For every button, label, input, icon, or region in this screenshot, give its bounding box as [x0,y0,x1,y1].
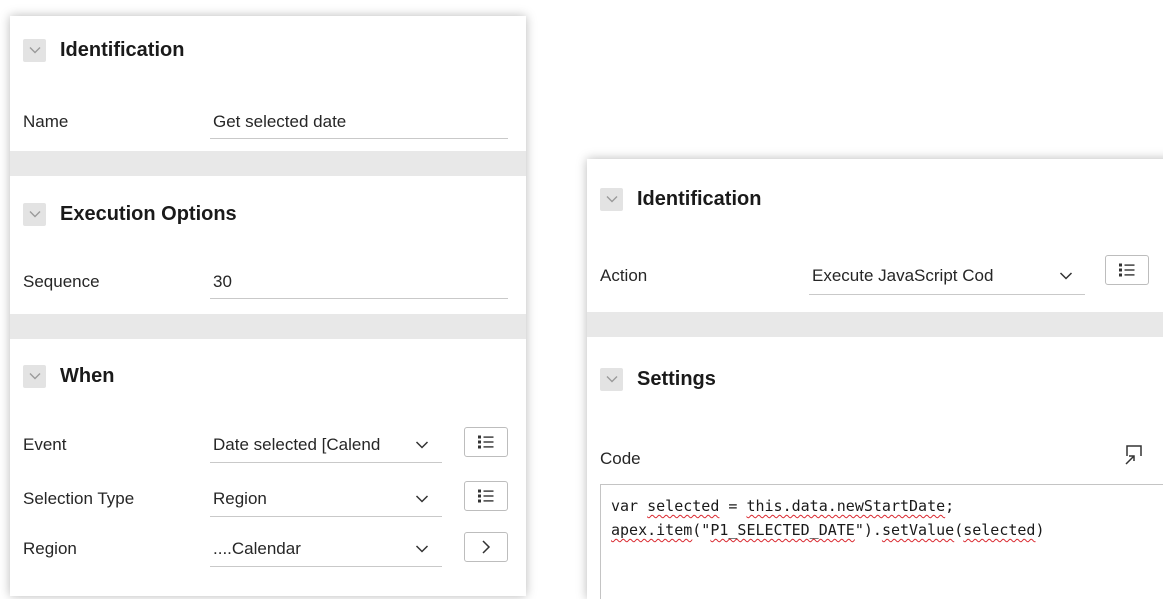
code-token: P1_SELECTED_DATE [710,521,855,539]
section-separator [587,312,1163,337]
chevron-down-icon[interactable] [415,440,429,450]
section-title-when: When [60,364,115,387]
event-list-button[interactable] [464,427,508,457]
action-select[interactable]: Execute JavaScript Cod [812,266,1012,286]
code-token: ( [954,521,964,539]
chevron-down-icon [29,211,40,218]
code-label: Code [600,449,641,468]
selection-type-list-button[interactable] [464,481,508,511]
identification-section-header[interactable]: Identification [10,30,526,70]
chevron-down-icon[interactable] [415,544,429,554]
code-token: "). [854,521,882,539]
code-token: var [611,497,648,515]
sequence-field[interactable]: 30 [213,272,232,292]
chevron-down-icon[interactable] [415,494,429,504]
collapse-when-button[interactable] [23,364,46,388]
code-token: selected [647,497,720,515]
section-title-identification: Identification [637,187,762,210]
code-line: apex.item("P1_SELECTED_DATE").setValue(s… [611,518,1159,542]
section-title-settings: Settings [637,367,716,390]
collapse-identification-button[interactable] [23,38,46,62]
sequence-label: Sequence [23,272,100,291]
name-field-underline [210,138,508,139]
code-token: selected [963,521,1036,539]
name-label: Name [23,112,69,131]
chevron-down-icon [606,376,617,383]
event-label: Event [23,435,67,454]
section-separator [10,314,526,339]
list-icon [1119,263,1135,277]
section-title-execution-options: Execution Options [60,202,237,225]
chevron-down-icon [29,373,40,380]
chevron-down-icon [606,196,617,203]
collapse-identification-button[interactable] [600,187,623,211]
identification-section-header[interactable]: Identification [587,179,1163,219]
region-label: Region [23,539,77,558]
section-separator [10,151,526,176]
code-token: ) [1035,521,1045,539]
name-field[interactable]: Get selected date [213,112,346,132]
chevron-down-icon [29,47,40,54]
region-select[interactable]: ....Calendar [213,539,409,559]
code-token: (" [692,521,711,539]
expand-editor-icon[interactable] [1122,442,1146,466]
region-select-underline [210,566,442,567]
action-list-button[interactable] [1105,255,1149,285]
code-token: apex.item [611,521,693,539]
code-token: = [719,497,747,515]
collapse-settings-button[interactable] [600,367,623,391]
left-properties-panel: Identification Name Get selected date Ex… [10,16,526,596]
chevron-right-icon [482,540,491,554]
settings-section-header[interactable]: Settings [587,359,1163,399]
action-select-underline [809,294,1085,295]
region-go-button[interactable] [464,532,508,562]
code-token: ; [945,497,955,515]
sequence-field-underline [210,298,508,299]
chevron-down-icon[interactable] [1059,271,1073,281]
code-token: setValue [881,521,955,539]
event-select[interactable]: Date selected [Calend [213,435,409,455]
execution-options-section-header[interactable]: Execution Options [10,194,526,234]
code-token: this.data.newStartDate [746,497,946,515]
event-select-underline [210,462,442,463]
action-label: Action [600,266,648,285]
collapse-execution-options-button[interactable] [23,202,46,226]
code-line: var selected = this.data.newStartDate; [611,494,1159,518]
right-properties-panel: Identification Action Execute JavaScript… [587,159,1163,599]
list-icon [478,435,494,449]
list-icon [478,489,494,503]
section-title-identification: Identification [60,38,185,61]
selection-type-select-underline [210,516,442,517]
selection-type-label: Selection Type [23,489,135,508]
selection-type-select[interactable]: Region [213,489,409,509]
when-section-header[interactable]: When [10,356,526,396]
code-editor[interactable]: var selected = this.data.newStartDate; ap… [600,484,1163,599]
